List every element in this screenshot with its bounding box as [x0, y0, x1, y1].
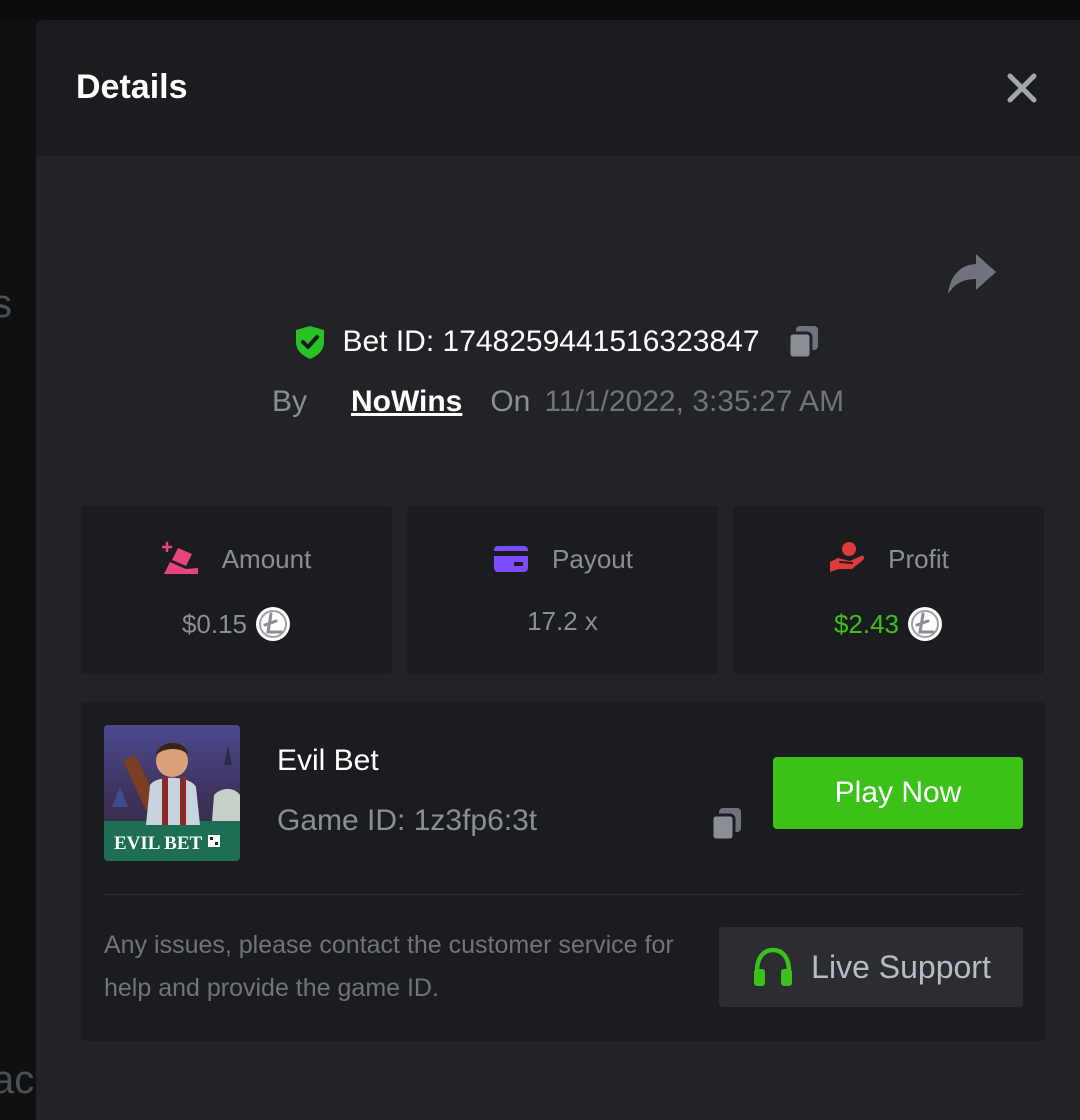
copy-icon[interactable] — [784, 322, 824, 362]
copy-icon[interactable] — [707, 804, 747, 844]
shield-check-icon — [296, 326, 325, 359]
stat-value: 17.2 x — [527, 606, 598, 636]
modal-title: Details — [76, 68, 188, 106]
bet-id-row: Bet ID: 1748259441516323847 — [36, 320, 1080, 364]
by-label: By — [271, 385, 307, 418]
divider — [104, 894, 1022, 895]
litecoin-icon — [908, 607, 943, 641]
modal-header: Details — [36, 20, 1080, 156]
close-icon — [1007, 73, 1037, 103]
stat-label: Amount — [221, 543, 312, 574]
stat-card-payout: Payout 17.2 x — [407, 506, 718, 674]
game-id: Game ID: 1z3fp6:3t — [277, 804, 538, 837]
backdrop-top — [0, 0, 1080, 20]
game-name: Evil Bet — [277, 744, 379, 777]
backdrop-text-fragment: s — [0, 282, 12, 326]
share-arrow-icon — [948, 254, 996, 294]
stat-value: $2.43 — [833, 608, 900, 639]
live-support-label: Live Support — [811, 948, 991, 985]
backdrop-text-fragment: ac — [0, 1058, 35, 1102]
card-icon — [494, 546, 529, 572]
game-thumbnail[interactable]: EVIL BET — [104, 725, 240, 861]
details-modal: Details Bet ID: 1748259441516323847 By N… — [36, 20, 1080, 1120]
bet-date: 11/1/2022, 3:35:27 AM — [544, 385, 845, 418]
stat-label: Payout — [552, 543, 633, 574]
stat-value: $0.15 — [181, 608, 248, 639]
bet-meta-row: By NoWins On 11/1/2022, 3:35:27 AM — [36, 380, 1080, 424]
bet-amount-icon — [161, 541, 198, 574]
stat-card-profit: Profit $2.43 — [733, 506, 1044, 674]
stat-card-amount: Amount $0.15 — [81, 506, 392, 674]
game-thumbnail-art: EVIL BET — [104, 725, 240, 861]
close-button[interactable] — [1002, 68, 1042, 108]
litecoin-icon — [256, 607, 291, 641]
play-now-button[interactable]: Play Now — [773, 757, 1023, 829]
headset-icon — [754, 947, 793, 986]
share-button[interactable] — [946, 252, 998, 300]
game-thumbnail-title: EVIL BET — [114, 833, 203, 854]
support-notice: Any issues, please contact the customer … — [104, 931, 674, 1002]
live-support-button[interactable]: Live Support — [719, 927, 1023, 1007]
hand-profit-icon — [830, 542, 865, 572]
bet-user-link[interactable]: NoWins — [351, 385, 462, 419]
stat-label: Profit — [888, 543, 949, 574]
game-panel: EVIL BET Evil Bet Game ID: 1z3fp6:3t Pla… — [81, 702, 1045, 1041]
bet-id: Bet ID: 1748259441516323847 — [342, 325, 760, 358]
on-label: On — [490, 385, 531, 418]
